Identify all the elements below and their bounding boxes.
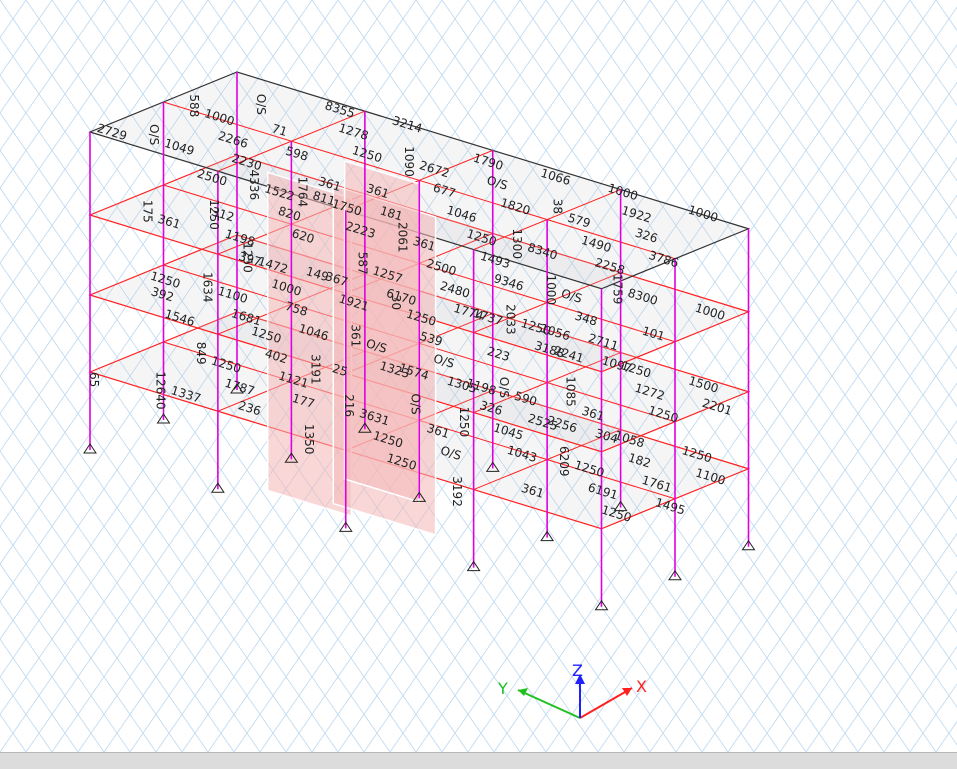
grid-line xyxy=(805,532,957,752)
grid-line xyxy=(701,0,957,370)
grid-line xyxy=(675,344,957,752)
member-label: O/S xyxy=(147,124,161,145)
grid-line xyxy=(883,0,957,107)
member-label: O/S xyxy=(497,377,511,398)
grid-line xyxy=(883,645,957,752)
axis-y-label: Y xyxy=(497,679,508,698)
grid-line xyxy=(935,0,957,32)
member-label: 38 xyxy=(550,199,564,214)
member-label: 175 xyxy=(140,200,154,223)
grid-line xyxy=(0,0,27,39)
member-label: 1300 xyxy=(510,228,524,259)
member-label: 12640 xyxy=(154,371,168,409)
axis-triad: X Y Z xyxy=(497,661,647,719)
status-bar xyxy=(0,752,957,769)
grid-line xyxy=(857,608,957,752)
member-label: 1634 xyxy=(200,272,214,303)
member-label: 2033 xyxy=(504,304,518,335)
grid-line xyxy=(753,0,957,295)
grid-line xyxy=(0,0,79,114)
member-label: 3191 xyxy=(309,354,323,385)
member-label: 1090 xyxy=(402,146,416,177)
grid-line xyxy=(701,382,957,752)
grid-line xyxy=(779,495,957,752)
grid-line xyxy=(909,683,957,752)
member-label: O/S xyxy=(409,394,423,415)
member-label: 587 xyxy=(355,252,369,275)
member-label: O/S xyxy=(254,94,268,115)
member-label: 4336 xyxy=(247,170,261,201)
axis-x-label: X xyxy=(636,677,647,696)
member-label: 1250 xyxy=(241,242,255,273)
grid-line xyxy=(727,0,957,332)
grid-line xyxy=(727,420,957,752)
grid-line xyxy=(909,0,957,69)
member-label: 1764 xyxy=(295,177,309,208)
member-label: 65 xyxy=(87,372,101,387)
member-label: 216 xyxy=(342,394,356,417)
axis-z-label: Z xyxy=(572,661,583,680)
grid-line xyxy=(935,720,957,752)
member-label: 1759 xyxy=(610,274,624,305)
grid-line xyxy=(0,713,27,752)
member-label: 1250 xyxy=(207,199,221,230)
member-label: 361 xyxy=(349,324,363,347)
member-label: 1350 xyxy=(302,424,316,455)
member-label: 1085 xyxy=(564,376,578,407)
grid-line xyxy=(675,0,957,408)
3d-model-viewport[interactable]: 6539231271253014936136122310001000361361… xyxy=(0,0,957,752)
member-label: 849 xyxy=(194,342,208,365)
member-label: 2061 xyxy=(396,222,410,253)
grid-line xyxy=(831,570,957,752)
grid-line xyxy=(779,0,957,257)
grid-line xyxy=(753,457,957,752)
member-label: 3192 xyxy=(450,476,464,507)
member-label: 6209 xyxy=(557,446,571,477)
member-label: 1000 xyxy=(544,274,558,305)
member-label: 1250 xyxy=(457,407,471,438)
grid-line xyxy=(0,638,79,752)
grid-line xyxy=(831,0,957,182)
grid-line xyxy=(805,0,957,220)
member-label: 588 xyxy=(187,94,201,117)
grid-line xyxy=(857,0,957,144)
